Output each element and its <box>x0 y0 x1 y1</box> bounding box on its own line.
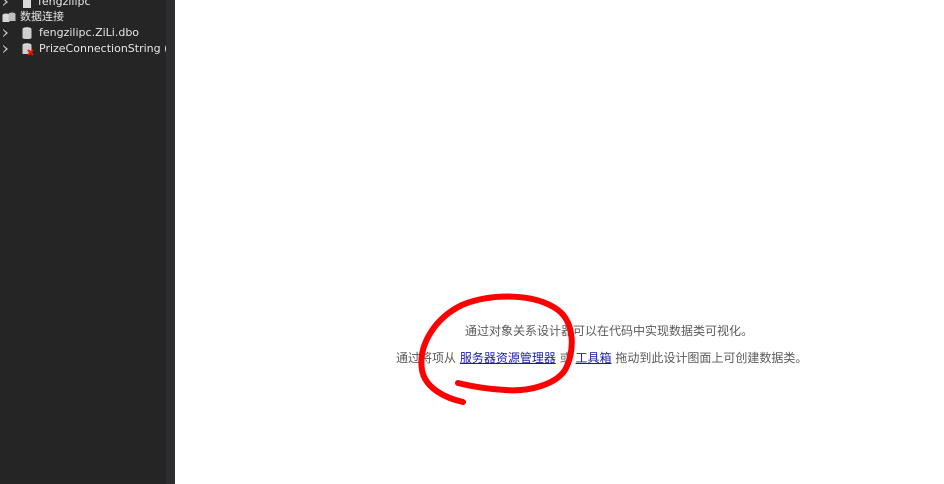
tree-item-label: 数据连接 <box>20 10 64 23</box>
database-icon <box>22 27 32 39</box>
toolbox-link[interactable]: 工具箱 <box>576 351 612 365</box>
hint-or: 或 <box>559 351 572 365</box>
tree-item-prize-connection[interactable]: PrizeConnectionString (We <box>0 41 166 57</box>
data-connections-icon <box>2 12 16 22</box>
expand-arrow-icon[interactable] <box>3 45 8 53</box>
designer-hint-line-2: 通过将项从 服务器资源管理器 或 工具箱 拖动到此设计图面上可创建数据类。 <box>396 349 807 366</box>
designer-hint-line-1: 通过对象关系设计器可以在代码中实现数据类可视化。 <box>465 324 754 338</box>
tree-item-connection-dbo[interactable]: fengzilipc.ZiLi.dbo <box>0 25 166 41</box>
expand-arrow-icon[interactable] <box>3 29 8 37</box>
panel-splitter[interactable] <box>166 0 175 484</box>
tree-item-label: PrizeConnectionString (We <box>39 42 166 55</box>
tree-item-label: fengzilipc.ZiLi.dbo <box>39 26 140 39</box>
expand-arrow-icon[interactable] <box>3 0 8 6</box>
database-error-icon <box>22 43 34 56</box>
hint-suffix: 拖动到此设计图面上可创建数据类。 <box>615 351 808 365</box>
tree-item-data-connections[interactable]: 数据连接 <box>0 9 166 25</box>
server-explorer-panel: fengzilipc 数据连接 fengzilipc.ZiLi.dbo Priz… <box>0 0 166 484</box>
or-designer-surface[interactable] <box>175 0 944 484</box>
hint-prefix: 通过将项从 <box>396 351 457 365</box>
server-explorer-link[interactable]: 服务器资源管理器 <box>460 351 556 365</box>
server-icon <box>23 0 31 8</box>
